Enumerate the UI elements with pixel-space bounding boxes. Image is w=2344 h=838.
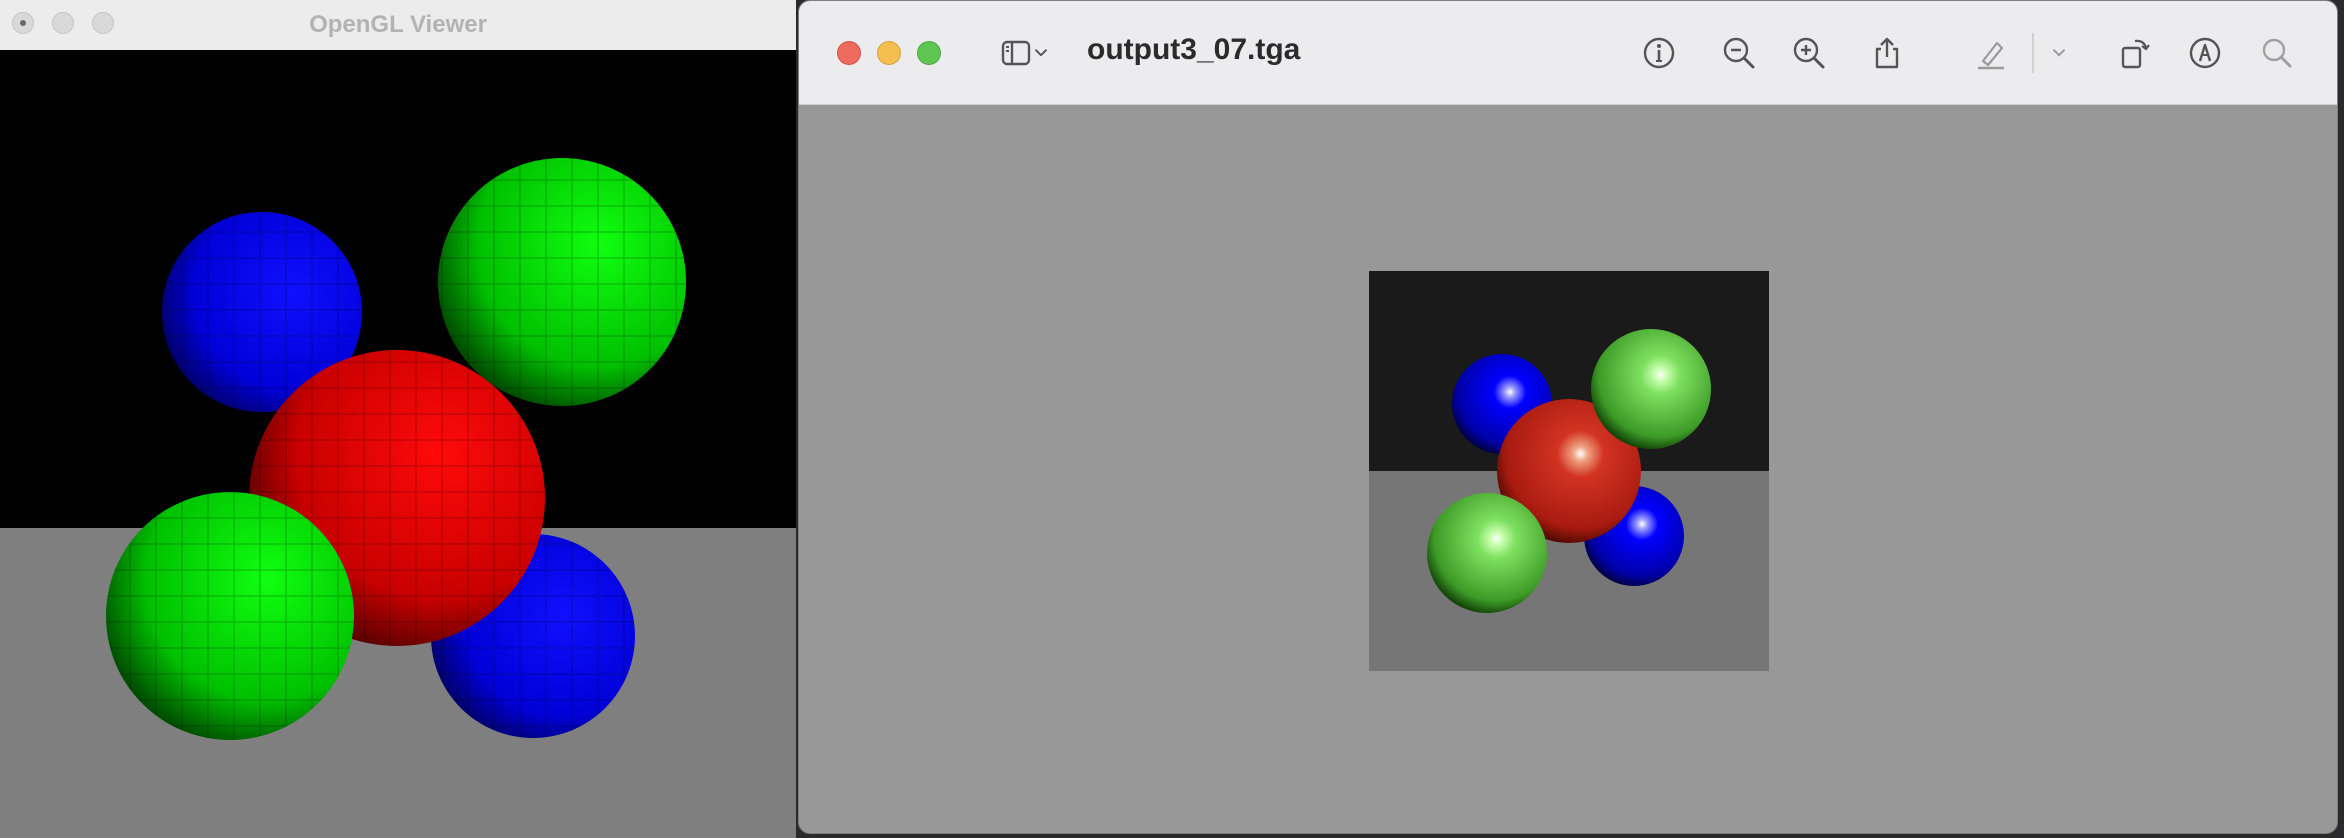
info-icon[interactable] <box>1637 31 1681 75</box>
opengl-viewer-titlebar[interactable]: OpenGL Viewer <box>0 0 796 51</box>
sphere-green-back <box>438 158 686 406</box>
preview-content-area <box>799 105 2337 833</box>
toolbar-divider <box>2032 33 2034 73</box>
preview-window: output3_07.tga <box>798 0 2338 834</box>
window-title: OpenGL Viewer <box>309 11 487 38</box>
document-filename: output3_07.tga <box>1087 33 1301 66</box>
sphere-green-back <box>1591 329 1711 449</box>
markup-icon[interactable] <box>2183 31 2227 75</box>
preview-toolbar[interactable]: output3_07.tga <box>799 1 2337 105</box>
window-minimize-button[interactable] <box>877 41 901 65</box>
window-close-button[interactable] <box>837 41 861 65</box>
opengl-viewer-window: OpenGL Viewer <box>0 0 796 838</box>
window-maximize-button[interactable] <box>917 41 941 65</box>
search-icon[interactable] <box>2255 31 2299 75</box>
rendered-image-thumbnail[interactable] <box>1369 271 1769 671</box>
share-icon[interactable] <box>1865 31 1909 75</box>
highlight-pen-icon[interactable] <box>1969 31 2013 75</box>
sphere-green-front <box>1427 493 1547 613</box>
rotate-icon[interactable] <box>2113 31 2157 75</box>
zoom-out-icon[interactable] <box>1717 31 1761 75</box>
opengl-render-canvas <box>0 50 796 838</box>
chevron-down-icon[interactable] <box>2047 31 2071 75</box>
zoom-in-icon[interactable] <box>1787 31 1831 75</box>
chevron-down-icon[interactable] <box>1029 31 1053 75</box>
sphere-green-front <box>106 492 354 740</box>
